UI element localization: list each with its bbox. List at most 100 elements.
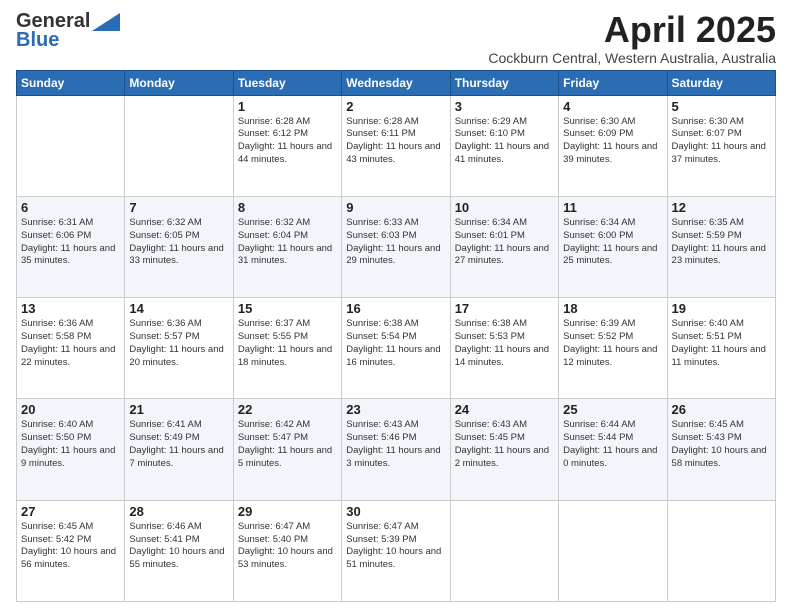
table-cell: 14Sunrise: 6:36 AM Sunset: 5:57 PM Dayli… (125, 298, 233, 399)
day-number: 24 (455, 402, 554, 417)
table-cell: 2 Sunrise: 6:28 AM Sunset: 6:11 PM Daylig… (342, 95, 450, 196)
day-number: 16 (346, 301, 445, 316)
day-info: Sunrise: 6:44 AM Sunset: 5:44 PM Dayligh… (563, 419, 662, 470)
day-number: 20 (21, 402, 120, 417)
day-info: Sunrise: 6:39 AM Sunset: 5:52 PM Dayligh… (563, 318, 662, 369)
table-cell: 10Sunrise: 6:34 AM Sunset: 6:01 PM Dayli… (450, 196, 558, 297)
table-cell: 27Sunrise: 6:45 AM Sunset: 5:42 PM Dayli… (17, 500, 125, 601)
table-cell: 28Sunrise: 6:46 AM Sunset: 5:41 PM Dayli… (125, 500, 233, 601)
day-number: 14 (129, 301, 228, 316)
day-number: 26 (672, 402, 771, 417)
col-tuesday: Tuesday (233, 70, 341, 95)
day-info: Sunrise: 6:37 AM Sunset: 5:55 PM Dayligh… (238, 318, 337, 369)
calendar-title: April 2025 (488, 10, 776, 50)
table-cell: 21 Sunrise: 6:41 AM Sunset: 5:49 PM Dayli… (125, 399, 233, 500)
day-number: 23 (346, 402, 445, 417)
day-number: 15 (238, 301, 337, 316)
table-cell: 30 Sunrise: 6:47 AM Sunset: 5:39 PM Dayli… (342, 500, 450, 601)
col-saturday: Saturday (667, 70, 775, 95)
day-info: Sunrise: 6:31 AM Sunset: 6:06 PM Dayligh… (21, 217, 120, 268)
day-info: Sunrise: 6:38 AM Sunset: 5:53 PM Dayligh… (455, 318, 554, 369)
table-cell (125, 95, 233, 196)
logo-icon (92, 13, 120, 31)
table-cell: 12Sunrise: 6:35 AM Sunset: 5:59 PM Dayli… (667, 196, 775, 297)
table-cell: 29 Sunrise: 6:47 AM Sunset: 5:40 PM Dayli… (233, 500, 341, 601)
day-info: Sunrise: 6:36 AM Sunset: 5:58 PM Dayligh… (21, 318, 120, 369)
calendar-week-1: 1 Sunrise: 6:28 AM Sunset: 6:12 PM Daylig… (17, 95, 776, 196)
col-sunday: Sunday (17, 70, 125, 95)
day-number: 6 (21, 200, 120, 215)
table-cell: 4 Sunrise: 6:30 AM Sunset: 6:09 PM Daylig… (559, 95, 667, 196)
table-cell: 11 Sunrise: 6:34 AM Sunset: 6:00 PM Dayli… (559, 196, 667, 297)
table-cell (667, 500, 775, 601)
day-number: 11 (563, 200, 662, 215)
day-info: Sunrise: 6:43 AM Sunset: 5:46 PM Dayligh… (346, 419, 445, 470)
day-info: Sunrise: 6:34 AM Sunset: 6:00 PM Dayligh… (563, 217, 662, 268)
day-number: 8 (238, 200, 337, 215)
table-cell: 20Sunrise: 6:40 AM Sunset: 5:50 PM Dayli… (17, 399, 125, 500)
calendar-subtitle: Cockburn Central, Western Australia, Aus… (488, 50, 776, 66)
day-info: Sunrise: 6:47 AM Sunset: 5:39 PM Dayligh… (346, 521, 445, 572)
day-info: Sunrise: 6:47 AM Sunset: 5:40 PM Dayligh… (238, 521, 337, 572)
day-number: 9 (346, 200, 445, 215)
table-cell: 13Sunrise: 6:36 AM Sunset: 5:58 PM Dayli… (17, 298, 125, 399)
col-thursday: Thursday (450, 70, 558, 95)
day-info: Sunrise: 6:43 AM Sunset: 5:45 PM Dayligh… (455, 419, 554, 470)
day-number: 4 (563, 99, 662, 114)
day-number: 10 (455, 200, 554, 215)
day-info: Sunrise: 6:42 AM Sunset: 5:47 PM Dayligh… (238, 419, 337, 470)
table-cell: 22 Sunrise: 6:42 AM Sunset: 5:47 PM Dayli… (233, 399, 341, 500)
col-friday: Friday (559, 70, 667, 95)
day-number: 29 (238, 504, 337, 519)
day-number: 19 (672, 301, 771, 316)
day-info: Sunrise: 6:38 AM Sunset: 5:54 PM Dayligh… (346, 318, 445, 369)
table-cell: 24 Sunrise: 6:43 AM Sunset: 5:45 PM Dayli… (450, 399, 558, 500)
table-cell (17, 95, 125, 196)
col-wednesday: Wednesday (342, 70, 450, 95)
table-cell (450, 500, 558, 601)
day-info: Sunrise: 6:29 AM Sunset: 6:10 PM Dayligh… (455, 116, 554, 167)
logo: General Blue (16, 10, 120, 52)
day-number: 22 (238, 402, 337, 417)
day-info: Sunrise: 6:28 AM Sunset: 6:12 PM Dayligh… (238, 116, 337, 167)
day-number: 30 (346, 504, 445, 519)
day-number: 27 (21, 504, 120, 519)
day-info: Sunrise: 6:30 AM Sunset: 6:09 PM Dayligh… (563, 116, 662, 167)
calendar-week-4: 20Sunrise: 6:40 AM Sunset: 5:50 PM Dayli… (17, 399, 776, 500)
table-cell (559, 500, 667, 601)
calendar-week-3: 13Sunrise: 6:36 AM Sunset: 5:58 PM Dayli… (17, 298, 776, 399)
calendar-week-2: 6 Sunrise: 6:31 AM Sunset: 6:06 PM Daylig… (17, 196, 776, 297)
day-info: Sunrise: 6:33 AM Sunset: 6:03 PM Dayligh… (346, 217, 445, 268)
table-cell: 16 Sunrise: 6:38 AM Sunset: 5:54 PM Dayli… (342, 298, 450, 399)
calendar-week-5: 27Sunrise: 6:45 AM Sunset: 5:42 PM Dayli… (17, 500, 776, 601)
table-cell: 25 Sunrise: 6:44 AM Sunset: 5:44 PM Dayli… (559, 399, 667, 500)
table-cell: 5 Sunrise: 6:30 AM Sunset: 6:07 PM Daylig… (667, 95, 775, 196)
day-info: Sunrise: 6:32 AM Sunset: 6:05 PM Dayligh… (129, 217, 228, 268)
day-info: Sunrise: 6:32 AM Sunset: 6:04 PM Dayligh… (238, 217, 337, 268)
day-number: 5 (672, 99, 771, 114)
table-cell: 17 Sunrise: 6:38 AM Sunset: 5:53 PM Dayli… (450, 298, 558, 399)
table-cell: 6 Sunrise: 6:31 AM Sunset: 6:06 PM Daylig… (17, 196, 125, 297)
header: General Blue April 2025 Cockburn Central… (16, 10, 776, 66)
day-number: 25 (563, 402, 662, 417)
day-info: Sunrise: 6:30 AM Sunset: 6:07 PM Dayligh… (672, 116, 771, 167)
col-monday: Monday (125, 70, 233, 95)
table-cell: 15 Sunrise: 6:37 AM Sunset: 5:55 PM Dayli… (233, 298, 341, 399)
day-info: Sunrise: 6:46 AM Sunset: 5:41 PM Dayligh… (129, 521, 228, 572)
table-cell: 23 Sunrise: 6:43 AM Sunset: 5:46 PM Dayli… (342, 399, 450, 500)
day-number: 17 (455, 301, 554, 316)
table-cell: 18 Sunrise: 6:39 AM Sunset: 5:52 PM Dayli… (559, 298, 667, 399)
day-number: 2 (346, 99, 445, 114)
day-number: 21 (129, 402, 228, 417)
day-info: Sunrise: 6:41 AM Sunset: 5:49 PM Dayligh… (129, 419, 228, 470)
day-number: 18 (563, 301, 662, 316)
title-block: April 2025 Cockburn Central, Western Aus… (488, 10, 776, 66)
day-info: Sunrise: 6:28 AM Sunset: 6:11 PM Dayligh… (346, 116, 445, 167)
table-cell: 9 Sunrise: 6:33 AM Sunset: 6:03 PM Daylig… (342, 196, 450, 297)
day-info: Sunrise: 6:45 AM Sunset: 5:43 PM Dayligh… (672, 419, 771, 470)
table-cell: 3 Sunrise: 6:29 AM Sunset: 6:10 PM Daylig… (450, 95, 558, 196)
day-number: 3 (455, 99, 554, 114)
day-number: 1 (238, 99, 337, 114)
table-cell: 19Sunrise: 6:40 AM Sunset: 5:51 PM Dayli… (667, 298, 775, 399)
table-cell: 7Sunrise: 6:32 AM Sunset: 6:05 PM Daylig… (125, 196, 233, 297)
